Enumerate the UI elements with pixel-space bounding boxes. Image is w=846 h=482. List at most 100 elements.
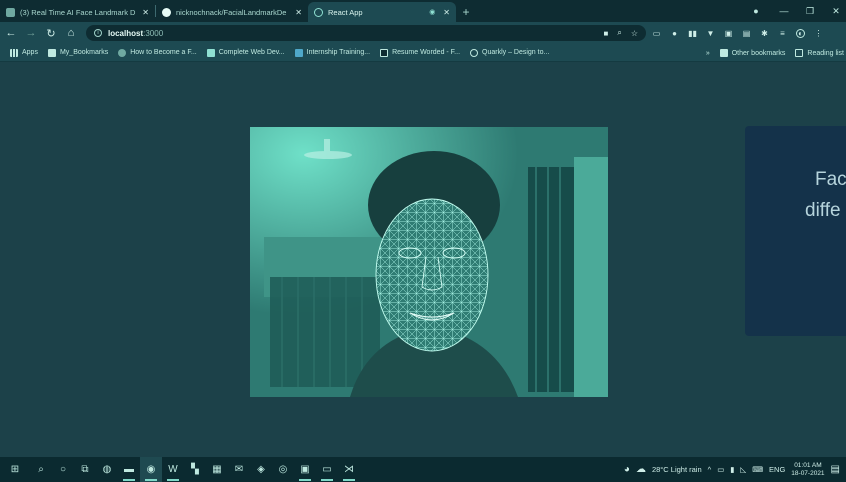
toolbar: ← → ↻ ⌂ i localhost :3000 ■ ⌕ ☆ ▭ ● ▮▮ ▼…	[0, 22, 846, 44]
tab-react-app[interactable]: React App ◉ ✕	[308, 2, 456, 22]
bookmark-my-bookmarks[interactable]: My_Bookmarks	[47, 48, 109, 57]
bookmarks-overflow-button[interactable]: »	[706, 50, 710, 57]
react-icon	[314, 7, 323, 17]
webcam-canvas	[250, 127, 608, 397]
bookmark-label: Reading list	[807, 49, 844, 57]
puzzle-icon[interactable]: ✱	[760, 29, 769, 38]
task-view-icon[interactable]: ⧉	[74, 457, 96, 482]
cortana-icon[interactable]: ○	[52, 457, 74, 482]
extension-icon[interactable]: ●	[670, 29, 679, 38]
bookmark-web-dev[interactable]: Complete Web Dev...	[206, 48, 285, 57]
card-heading-line: Fac	[815, 169, 846, 190]
zoom-icon[interactable]: ⌕	[617, 28, 621, 38]
bookmark-label: Other bookmarks	[731, 49, 786, 57]
vscode-icon[interactable]: ⋊	[338, 457, 360, 482]
mail-icon[interactable]: ✉	[228, 457, 250, 482]
language-indicator[interactable]: ENG	[769, 465, 785, 474]
url-host: localhost	[108, 28, 144, 38]
youtube-icon	[6, 7, 15, 17]
profile-icon[interactable]: ●	[742, 0, 770, 22]
media-icon[interactable]: ◎	[272, 457, 294, 482]
clock-date: 18-07-2021	[791, 469, 825, 477]
close-icon[interactable]: ✕	[142, 8, 149, 17]
reload-icon[interactable]: ↻	[42, 24, 60, 42]
curtain-right	[528, 167, 574, 392]
bookmark-apps[interactable]: Apps	[10, 48, 38, 57]
home-icon[interactable]: ⌂	[62, 24, 80, 42]
bookmark-label: Apps	[22, 49, 38, 56]
bookmark-resume-worded[interactable]: Resume Worded - F...	[380, 48, 461, 57]
q-icon	[470, 48, 479, 57]
tab-youtube[interactable]: (3) Real Time AI Face Landmark D ✕	[0, 2, 155, 22]
system-tray: ◕ ☁ 28°C Light rain ^ ▭ ▮ ◺ ⌨ ENG 01:01 …	[624, 457, 846, 482]
tab-label: nicknochnack/FacialLandmarkDe	[176, 7, 287, 17]
photos-icon[interactable]: ▣	[294, 457, 316, 482]
extension-icon[interactable]: ▼	[706, 29, 715, 38]
wifi-icon[interactable]: ◺	[740, 465, 746, 474]
forward-icon[interactable]: →	[22, 24, 40, 42]
app-icon[interactable]: ◈	[250, 457, 272, 482]
keyboard-icon[interactable]: ⌨	[752, 465, 763, 474]
battery-icon[interactable]: ▮	[730, 465, 734, 474]
bookmark-internship[interactable]: Internship Training...	[294, 48, 371, 57]
close-window-button[interactable]: ✕	[822, 0, 846, 22]
bookmark-label: Complete Web Dev...	[218, 49, 285, 56]
folder-icon	[47, 48, 56, 57]
address-bar[interactable]: i localhost :3000 ■ ⌕ ☆	[86, 25, 646, 41]
new-tab-button[interactable]: +	[456, 2, 476, 22]
windows-start-icon[interactable]: ⊞	[0, 457, 30, 482]
extension-icon[interactable]: ▣	[724, 29, 733, 38]
reading-list-icon	[795, 49, 804, 57]
tab-strip: (3) Real Time AI Face Landmark D ✕ nickn…	[0, 0, 846, 22]
folder-icon	[719, 49, 728, 57]
bookmark-quarkly[interactable]: Quarkly – Design to...	[470, 48, 550, 57]
back-icon[interactable]: ←	[2, 24, 20, 42]
avatar[interactable]: ◐	[796, 28, 805, 38]
bookmark-label: Quarkly – Design to...	[482, 49, 550, 56]
extension-icon[interactable]: ▮▮	[688, 29, 697, 38]
app-icon[interactable]: ▦	[206, 457, 228, 482]
menu-icon[interactable]: ⋮	[814, 29, 823, 38]
github-icon	[162, 7, 171, 17]
terminal-icon[interactable]: ▭	[316, 457, 338, 482]
chevron-up-icon[interactable]: ^	[708, 465, 712, 474]
bookmark-label: Resume Worded - F...	[392, 49, 461, 56]
bookmarks-bar: Apps My_Bookmarks How to Become a F... C…	[0, 44, 846, 62]
s-icon	[294, 48, 303, 57]
url-port: :3000	[143, 28, 164, 38]
apps-grid-icon	[10, 48, 18, 57]
apps-icon[interactable]: ▚	[184, 457, 206, 482]
r-icon	[380, 48, 389, 57]
search-icon[interactable]: ⌕	[30, 457, 52, 482]
extension-icon[interactable]: ▭	[652, 29, 661, 38]
network-icon[interactable]: ▭	[717, 465, 724, 474]
bookmark-label: My_Bookmarks	[59, 49, 109, 56]
edge-icon[interactable]: ◍	[96, 457, 118, 482]
notification-icon[interactable]: ▤	[831, 464, 840, 475]
extension-icon[interactable]: ▤	[742, 29, 751, 38]
close-icon[interactable]: ✕	[295, 8, 302, 17]
reading-list-button[interactable]: Reading list	[795, 49, 844, 57]
bookmark-label: Internship Training...	[306, 49, 371, 56]
restore-button[interactable]: ❐	[796, 0, 824, 22]
file-explorer-icon[interactable]: ▬	[118, 457, 140, 482]
page-content: Fac diffe	[0, 63, 846, 457]
info-icon[interactable]: i	[94, 29, 102, 37]
weather-text[interactable]: 28°C Light rain	[652, 465, 702, 474]
chrome-icon[interactable]: ◉	[140, 457, 162, 482]
tray-app-icon[interactable]: ◕	[624, 464, 630, 475]
weather-icon[interactable]: ☁	[636, 464, 646, 475]
tab-github[interactable]: nicknochnack/FacialLandmarkDe ✕	[156, 2, 308, 22]
word-icon[interactable]: W	[162, 457, 184, 482]
bookmark-label: How to Become a F...	[130, 49, 197, 56]
close-icon[interactable]: ✕	[443, 8, 450, 17]
bookmark-other[interactable]: Other bookmarks	[719, 49, 786, 57]
clock[interactable]: 01:01 AM 18-07-2021	[791, 462, 824, 478]
info-card: Fac diffe	[745, 126, 846, 336]
camera-icon[interactable]: ■	[604, 29, 609, 38]
star-icon[interactable]: ☆	[631, 29, 638, 38]
clock-time: 01:01 AM	[794, 461, 822, 469]
reading-list-icon[interactable]: ≡	[778, 29, 787, 38]
minimize-button[interactable]: —	[770, 0, 798, 22]
bookmark-become[interactable]: How to Become a F...	[118, 48, 197, 57]
